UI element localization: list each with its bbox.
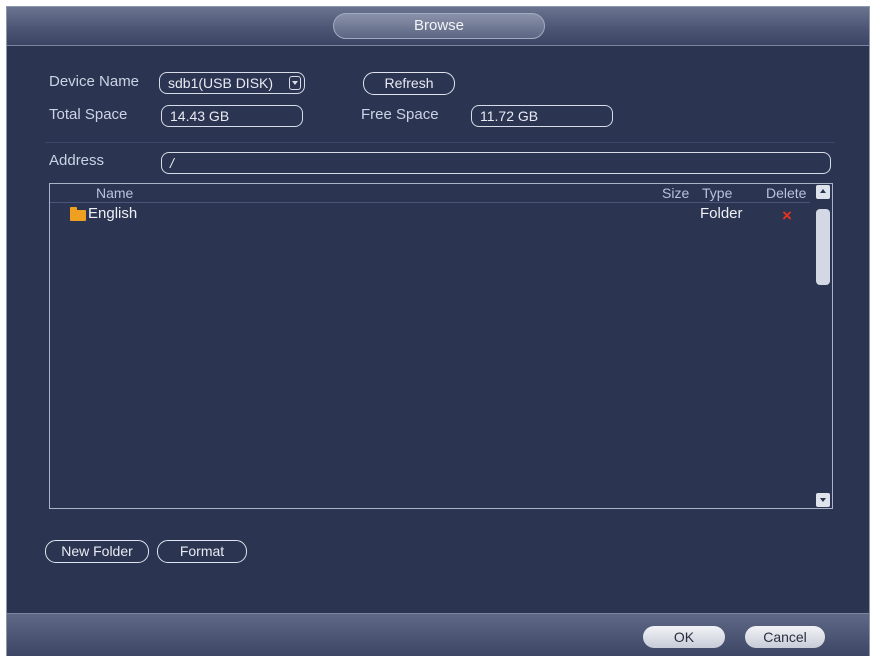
column-header-type[interactable]: Type bbox=[702, 185, 732, 201]
dialog-title: Browse bbox=[333, 13, 545, 39]
footer-bar: OK Cancel bbox=[7, 613, 869, 656]
table-row[interactable]: English Folder × bbox=[50, 205, 810, 225]
title-bar: Browse bbox=[7, 7, 869, 46]
device-name-value: sdb1(USB DISK) bbox=[168, 75, 274, 91]
column-header-name[interactable]: Name bbox=[96, 185, 133, 201]
total-space-label: Total Space bbox=[49, 106, 128, 123]
column-header-delete[interactable]: Delete bbox=[766, 185, 806, 201]
ok-button[interactable]: OK bbox=[643, 626, 725, 648]
scroll-thumb[interactable] bbox=[816, 209, 830, 285]
free-space-field: 11.72 GB bbox=[471, 105, 613, 127]
scrollbar[interactable] bbox=[816, 185, 830, 507]
refresh-button[interactable]: Refresh bbox=[363, 72, 455, 95]
row-type: Folder bbox=[700, 205, 743, 222]
header-divider bbox=[50, 202, 810, 203]
folder-icon bbox=[70, 207, 86, 221]
column-header-size[interactable]: Size bbox=[662, 185, 689, 201]
scroll-down-icon[interactable] bbox=[816, 493, 830, 507]
free-space-label: Free Space bbox=[361, 106, 439, 123]
device-name-select[interactable]: sdb1(USB DISK) bbox=[159, 72, 305, 94]
device-name-label: Device Name bbox=[49, 73, 140, 90]
new-folder-button[interactable]: New Folder bbox=[45, 540, 149, 563]
delete-icon[interactable]: × bbox=[782, 207, 792, 224]
format-button[interactable]: Format bbox=[157, 540, 247, 563]
total-space-field: 14.43 GB bbox=[161, 105, 303, 127]
file-list[interactable]: Name Size Type Delete English Folder × bbox=[49, 183, 833, 509]
divider bbox=[45, 142, 835, 143]
address-label: Address bbox=[49, 152, 105, 169]
browse-dialog: Browse Device Name sdb1(USB DISK) Refres… bbox=[6, 6, 870, 656]
scroll-up-icon[interactable] bbox=[816, 185, 830, 199]
cancel-button[interactable]: Cancel bbox=[745, 626, 825, 648]
address-input[interactable]: / bbox=[161, 152, 831, 174]
chevron-down-icon[interactable] bbox=[289, 76, 301, 90]
row-name: English bbox=[88, 205, 138, 222]
